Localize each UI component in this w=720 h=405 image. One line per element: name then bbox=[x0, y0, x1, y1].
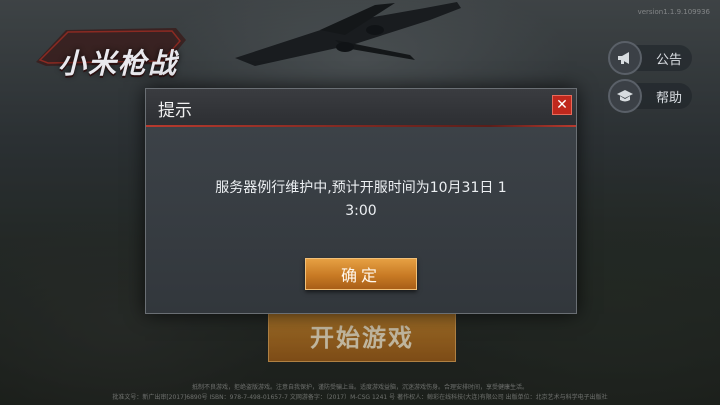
notice-label: 公告 bbox=[655, 52, 682, 68]
version-text: version1.1.9.109936 bbox=[637, 8, 710, 16]
footer-line-1: 抵制不良游戏，拒绝盗版游戏。注意自我保护，谨防受骗上当。适度游戏益脑，沉迷游戏伤… bbox=[191, 384, 528, 391]
dialog-message-line-1: 服务器例行维护中,预计开服时间为10月31日 1 bbox=[215, 180, 507, 196]
game-logo: 小米枪战 bbox=[26, 22, 196, 80]
logo-text: 小米枪战 bbox=[58, 47, 179, 80]
dialog-message: 服务器例行维护中,预计开服时间为10月31日 1 3:00 bbox=[176, 177, 546, 223]
notice-dialog: 提示 ✕ 服务器例行维护中,预计开服时间为10月31日 1 3:00 确定 bbox=[145, 88, 577, 314]
dialog-header: 提示 ✕ bbox=[146, 89, 576, 127]
graduation-cap-icon bbox=[608, 79, 642, 113]
help-label: 帮助 bbox=[655, 90, 682, 106]
dialog-message-line-2: 3:00 bbox=[345, 203, 377, 219]
megaphone-icon bbox=[608, 41, 642, 75]
start-game-button[interactable]: 开始游戏 bbox=[268, 308, 456, 362]
footer-line-2: 批准文号：新广出审[2017]6890号 ISBN：978-7-498-0165… bbox=[112, 394, 608, 401]
help-button[interactable]: 帮助 bbox=[608, 79, 692, 113]
legal-footer: 抵制不良游戏，拒绝盗版游戏。注意自我保护，谨防受骗上当。适度游戏益脑，沉迷游戏伤… bbox=[0, 383, 720, 403]
notice-button[interactable]: 公告 bbox=[608, 41, 692, 75]
close-icon[interactable]: ✕ bbox=[552, 95, 572, 115]
dialog-title: 提示 bbox=[158, 101, 192, 121]
confirm-button[interactable]: 确定 bbox=[305, 258, 417, 290]
